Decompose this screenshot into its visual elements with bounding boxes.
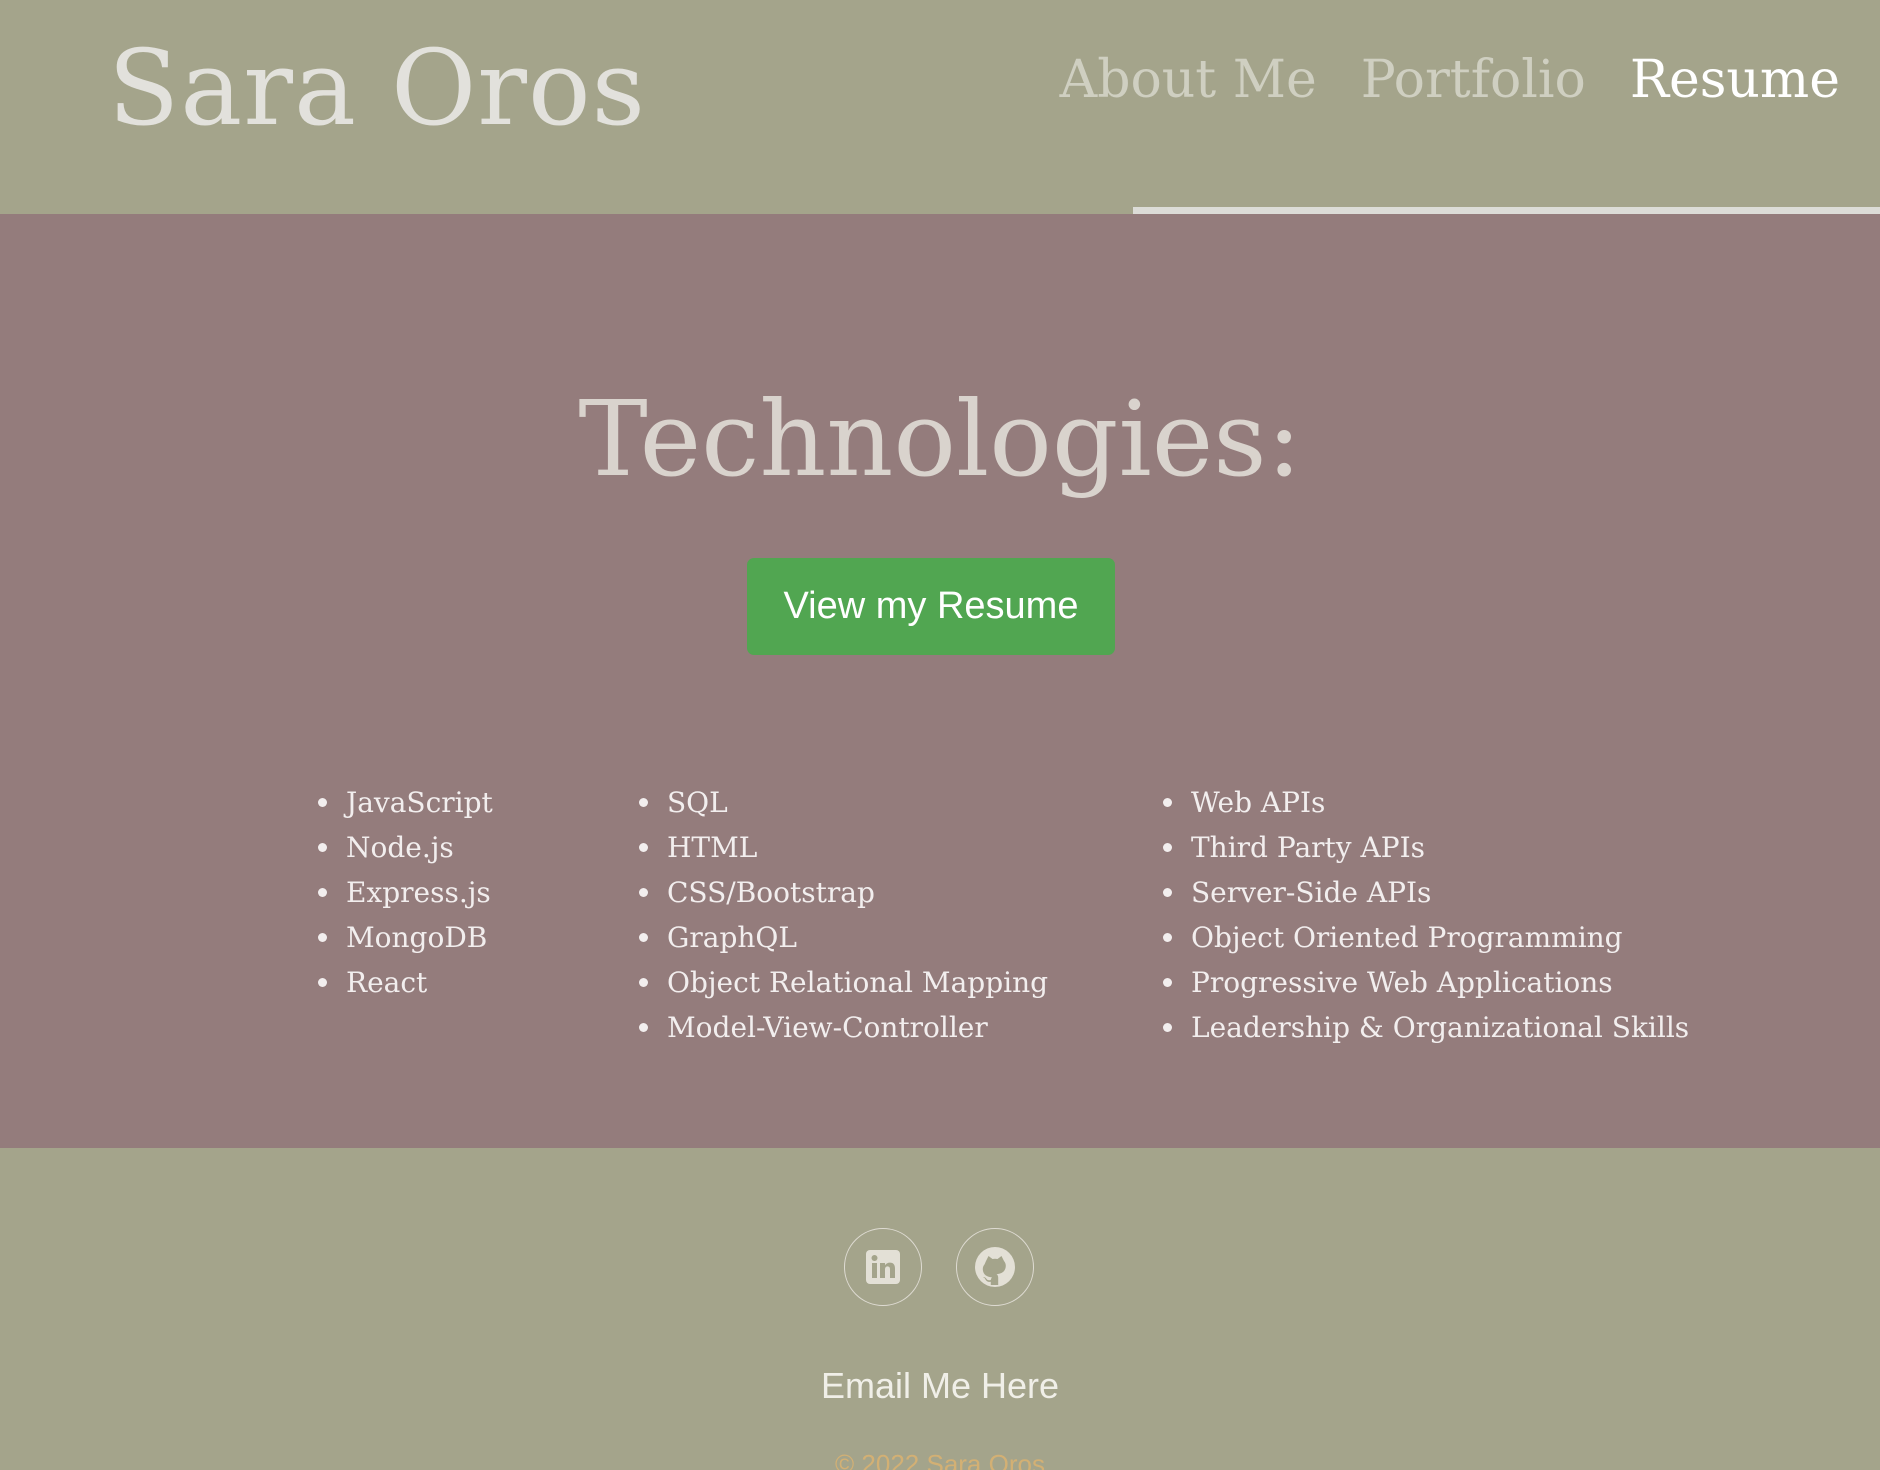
nav-about-me[interactable]: About Me	[1060, 42, 1317, 118]
copyright-text: © 2022 Sara Oros	[835, 1449, 1045, 1470]
github-icon	[975, 1247, 1015, 1287]
list-item: SQL	[638, 780, 1048, 825]
list-item: Third Party APIs	[1162, 825, 1689, 870]
email-me-link[interactable]: Email Me Here	[0, 1364, 1880, 1408]
list-item: Progressive Web Applications	[1162, 960, 1689, 1005]
list-item: JavaScript	[318, 780, 493, 825]
list-item: HTML	[638, 825, 1048, 870]
main-nav: About Me Portfolio Resume	[1060, 42, 1840, 118]
list-item: MongoDB	[318, 915, 493, 960]
section-title: Technologies:	[578, 378, 1302, 500]
tech-list-column-2: SQL HTML CSS/Bootstrap GraphQL Object Re…	[638, 780, 1048, 1050]
nav-portfolio[interactable]: Portfolio	[1361, 42, 1586, 118]
linkedin-link[interactable]	[844, 1228, 922, 1306]
list-item: Server-Side APIs	[1162, 870, 1689, 915]
tech-list-column-1: JavaScript Node.js Express.js MongoDB Re…	[318, 780, 493, 1005]
nav-resume[interactable]: Resume	[1630, 42, 1840, 118]
github-link[interactable]	[956, 1228, 1034, 1306]
list-item: Express.js	[318, 870, 493, 915]
list-item: Node.js	[318, 825, 493, 870]
list-item: CSS/Bootstrap	[638, 870, 1048, 915]
list-item: Object Relational Mapping	[638, 960, 1048, 1005]
list-item: Model-View-Controller	[638, 1005, 1048, 1050]
view-resume-button[interactable]: View my Resume	[747, 558, 1115, 655]
site-title: Sara Oros	[108, 27, 646, 149]
list-item: Object Oriented Programming	[1162, 915, 1689, 960]
list-item: Leadership & Organizational Skills	[1162, 1005, 1689, 1050]
active-nav-underline	[1133, 207, 1880, 214]
linkedin-icon	[866, 1250, 900, 1284]
tech-list-column-3: Web APIs Third Party APIs Server-Side AP…	[1162, 780, 1689, 1050]
site-footer: Email Me Here © 2022 Sara Oros	[0, 1148, 1880, 1470]
technologies-section: Technologies: View my Resume JavaScript …	[0, 214, 1880, 1148]
list-item: React	[318, 960, 493, 1005]
list-item: Web APIs	[1162, 780, 1689, 825]
site-header: Sara Oros About Me Portfolio Resume	[0, 0, 1880, 214]
list-item: GraphQL	[638, 915, 1048, 960]
